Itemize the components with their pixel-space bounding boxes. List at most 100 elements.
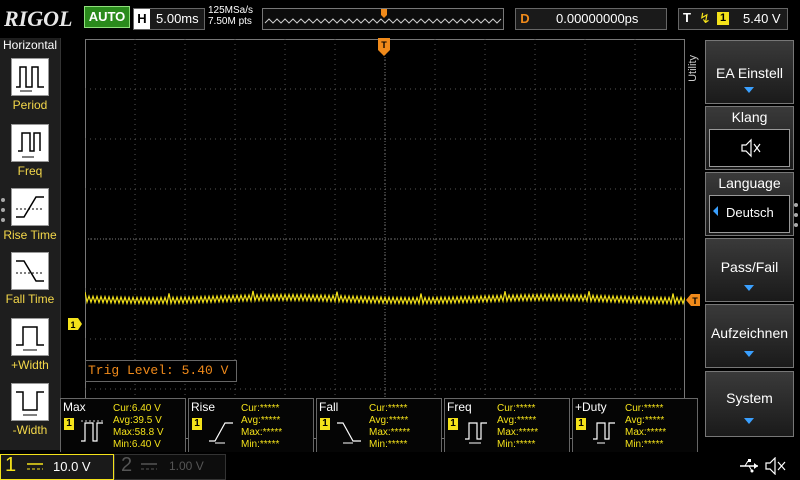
plus-width-icon — [11, 318, 49, 356]
measurement-avg: Avg:***** — [497, 415, 537, 426]
measurement-avg: Avg:***** — [625, 415, 665, 426]
measure-plus-width[interactable]: +Width — [0, 318, 60, 380]
measure-fall-time[interactable]: Fall Time — [0, 252, 60, 314]
language-value-box: Deutsch — [709, 195, 790, 233]
channel-2-number: 2 — [121, 454, 133, 476]
softkey-label: System — [726, 390, 773, 406]
period-label: Period — [12, 98, 48, 112]
measurement-name: Freq — [447, 400, 472, 414]
duty-icon — [593, 422, 615, 444]
softkey-aufzeichnen[interactable]: Aufzeichnen — [705, 304, 794, 368]
softkey-label: Klang — [731, 109, 768, 125]
ch1-offset-number: 1 — [70, 320, 75, 330]
measurement-rise[interactable]: Rise 1 Cur:***** Avg:***** Max:***** Min… — [188, 398, 314, 454]
timebase-label: H — [134, 9, 150, 29]
fall-icon — [337, 422, 361, 444]
measurement-fall[interactable]: Fall 1 Cur:***** Avg:***** Max:***** Min… — [316, 398, 442, 454]
freq-label: Freq — [17, 164, 43, 178]
plus-width-label: +Width — [11, 358, 49, 372]
horizontal-measure-panel: Horizontal Period Freq Rise Time Fall Ti… — [0, 38, 61, 450]
measurement-min: Min:***** — [241, 439, 280, 450]
measurement-avg: Avg:39.5 V — [113, 415, 162, 426]
measurement-plus-duty[interactable]: +Duty 1 Cur:***** Avg:***** Max:***** Mi… — [572, 398, 698, 454]
measurement-cur: Cur:***** — [625, 403, 664, 414]
memory-overview-bar — [262, 8, 504, 30]
measurement-max: Max:***** — [241, 427, 283, 438]
softkey-system[interactable]: System — [705, 371, 794, 437]
run-mode-button[interactable]: AUTO — [84, 6, 130, 28]
timebase-indicator[interactable]: H 5.00ms — [133, 8, 205, 30]
trigger-level: 5.40 V — [743, 11, 781, 26]
trigger-position-marker[interactable]: T — [378, 38, 390, 56]
language-value: Deutsch — [726, 205, 774, 220]
measurement-freq[interactable]: Freq 1 Cur:***** Avg:***** Max:***** Min… — [444, 398, 570, 454]
trigger-label: T — [683, 10, 691, 25]
measurement-max[interactable]: Max 1 Cur:6.40 V Avg:39.5 V Max:58.8 V M… — [60, 398, 186, 454]
dc-coupling-icon — [27, 463, 43, 470]
softkey-label: EA Einstell — [716, 65, 783, 81]
fall-time-icon — [11, 252, 49, 290]
measurement-min: Min:***** — [497, 439, 536, 450]
speaker-mute-icon — [741, 138, 761, 158]
utility-menu-label: Utility — [687, 55, 699, 82]
frequency-icon — [465, 422, 487, 444]
measurement-max: Max:***** — [497, 427, 539, 438]
measurement-name: Fall — [319, 400, 339, 414]
rising-edge-icon: ↯ — [699, 10, 711, 26]
measurement-name: Max — [63, 400, 86, 414]
minus-width-label: -Width — [12, 423, 48, 437]
submenu-arrow-icon — [744, 418, 754, 424]
delay-indicator[interactable]: D 0.00000000ps — [515, 8, 667, 30]
channel-1-indicator[interactable]: 1 10.0 V — [0, 454, 114, 480]
utility-softkey-menu: EA Einstell Klang Language Deutsch Pass/… — [705, 40, 794, 450]
channel-1-number: 1 — [5, 454, 17, 476]
sampling-info: 125MSa/s 7.50M pts — [208, 5, 253, 27]
sample-rate: 125MSa/s — [208, 5, 254, 16]
channel-1-scale: 10.0 V — [53, 459, 91, 474]
measurement-channel: 1 — [576, 418, 586, 430]
rise-icon — [209, 422, 233, 444]
timebase-value: 5.00ms — [156, 11, 199, 26]
memory-depth: 7.50M pts — [208, 16, 252, 27]
scroll-dot — [1, 218, 5, 222]
measurement-channel: 1 — [64, 418, 74, 430]
ch1-offset-marker[interactable]: 1 — [68, 317, 82, 330]
sound-value-box — [709, 129, 790, 167]
minus-width-icon — [11, 383, 49, 421]
trigger-level-marker[interactable]: T — [686, 293, 700, 306]
measurement-min: Min:***** — [369, 439, 408, 450]
scroll-dot — [794, 213, 798, 217]
rise-time-label: Rise Time — [3, 228, 57, 242]
measurement-min: Min:6.40 V — [113, 439, 161, 450]
submenu-arrow-icon — [744, 285, 754, 291]
usb-icon — [738, 457, 760, 475]
memory-overview-waveform — [264, 9, 502, 24]
rigol-logo: RIGOL — [4, 6, 73, 31]
softkey-pass-fail[interactable]: Pass/Fail — [705, 238, 794, 302]
measurement-max: Max:***** — [369, 427, 411, 438]
measurement-avg: Avg:***** — [369, 415, 409, 426]
submenu-arrow-icon — [744, 87, 754, 93]
softkey-label: Pass/Fail — [720, 259, 779, 275]
softkey-ea-einstell[interactable]: EA Einstell — [705, 40, 794, 104]
measurement-cur: Cur:***** — [369, 403, 408, 414]
measurement-max: Max:***** — [625, 427, 667, 438]
softkey-klang[interactable]: Klang — [705, 106, 794, 170]
scroll-dot — [1, 198, 5, 202]
channel-2-indicator[interactable]: 2 1.00 V — [114, 454, 226, 480]
measure-minus-width[interactable]: -Width — [0, 383, 60, 445]
measure-freq[interactable]: Freq — [0, 124, 60, 186]
measurement-avg: Avg:***** — [241, 415, 281, 426]
measurement-channel: 1 — [320, 418, 330, 430]
rise-time-icon — [11, 188, 49, 226]
measurement-min: Min:***** — [625, 439, 664, 450]
trigger-indicator[interactable]: T ↯ 1 5.40 V — [678, 8, 788, 30]
delay-label: D — [520, 11, 530, 26]
measure-rise-time[interactable]: Rise Time — [0, 188, 60, 250]
softkey-language[interactable]: Language Deutsch — [705, 172, 794, 236]
freq-icon — [11, 124, 49, 162]
select-arrow-icon — [713, 206, 718, 216]
measurement-channel: 1 — [448, 418, 458, 430]
panel-title: Horizontal — [2, 38, 58, 52]
measure-period[interactable]: Period — [0, 58, 60, 120]
